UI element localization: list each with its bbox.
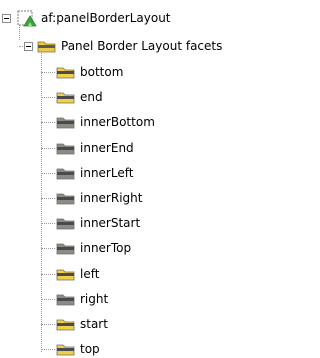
tree-node-facet-left[interactable]: left — [56, 265, 99, 283]
tree-node-facet-start[interactable]: start — [56, 315, 108, 333]
structure-tree: af:panelBorderLayout Panel Border Layout… — [0, 0, 293, 358]
facet-label: innerRight — [80, 191, 143, 205]
facet-icon — [56, 193, 75, 205]
tree-node-facet-innerEnd[interactable]: innerEnd — [56, 139, 134, 157]
tree-connector — [41, 72, 55, 73]
facet-icon — [56, 168, 75, 180]
facet-label: innerLeft — [80, 166, 134, 180]
facet-label: right — [80, 292, 109, 306]
tree-node-facet-innerBottom[interactable]: innerBottom — [56, 113, 155, 131]
folder-icon — [37, 41, 56, 53]
tree-node-facet-innerRight[interactable]: innerRight — [56, 189, 142, 207]
facet-icon — [56, 269, 75, 281]
group-label: Panel Border Layout facets — [61, 39, 223, 53]
facet-label: end — [80, 90, 103, 104]
tree-node-root[interactable]: af:panelBorderLayout — [2, 9, 171, 27]
tree-node-facet-innerStart[interactable]: innerStart — [56, 214, 140, 232]
tree-connector — [41, 324, 55, 325]
component-node-icon — [17, 10, 37, 27]
tree-connector — [41, 349, 55, 350]
facet-icon — [56, 143, 75, 155]
facet-icon — [56, 117, 75, 129]
tree-node-facet-innerLeft[interactable]: innerLeft — [56, 164, 133, 182]
tree-node-facet-right[interactable]: right — [56, 290, 108, 308]
facet-icon — [56, 92, 75, 104]
tree-connector — [41, 198, 55, 199]
facet-label: top — [80, 342, 100, 356]
tree-connector — [41, 274, 55, 275]
facet-label: innerStart — [80, 216, 141, 230]
facet-label: bottom — [80, 65, 124, 79]
facet-label: innerTop — [80, 241, 132, 255]
tree-connector — [41, 299, 55, 300]
tree-node-facet-innerTop[interactable]: innerTop — [56, 239, 131, 257]
collapse-toggle[interactable] — [2, 13, 11, 23]
tree-connector — [41, 122, 55, 123]
facet-icon — [56, 294, 75, 306]
tree-node-facet-bottom[interactable]: bottom — [56, 63, 123, 81]
facet-icon — [56, 67, 75, 79]
facet-icon — [56, 243, 75, 255]
tree-connector — [41, 97, 55, 98]
facet-label: innerBottom — [80, 115, 155, 129]
collapse-toggle[interactable] — [24, 41, 33, 51]
facet-icon — [56, 218, 75, 230]
tree-connector — [41, 173, 55, 174]
facet-icon — [56, 319, 75, 331]
tree-node-facet-end[interactable]: end — [56, 88, 103, 106]
tree-connector — [41, 148, 55, 149]
facet-label: innerEnd — [80, 141, 134, 155]
tree-connector — [41, 248, 55, 249]
tree-node-facets-group[interactable]: Panel Border Layout facets — [24, 37, 222, 55]
facet-label: start — [80, 317, 108, 331]
tree-node-facet-top[interactable]: top — [56, 340, 100, 358]
facet-icon — [56, 344, 75, 356]
tree-connector — [41, 223, 55, 224]
root-label: af:panelBorderLayout — [41, 11, 171, 25]
facet-label: left — [80, 267, 100, 281]
